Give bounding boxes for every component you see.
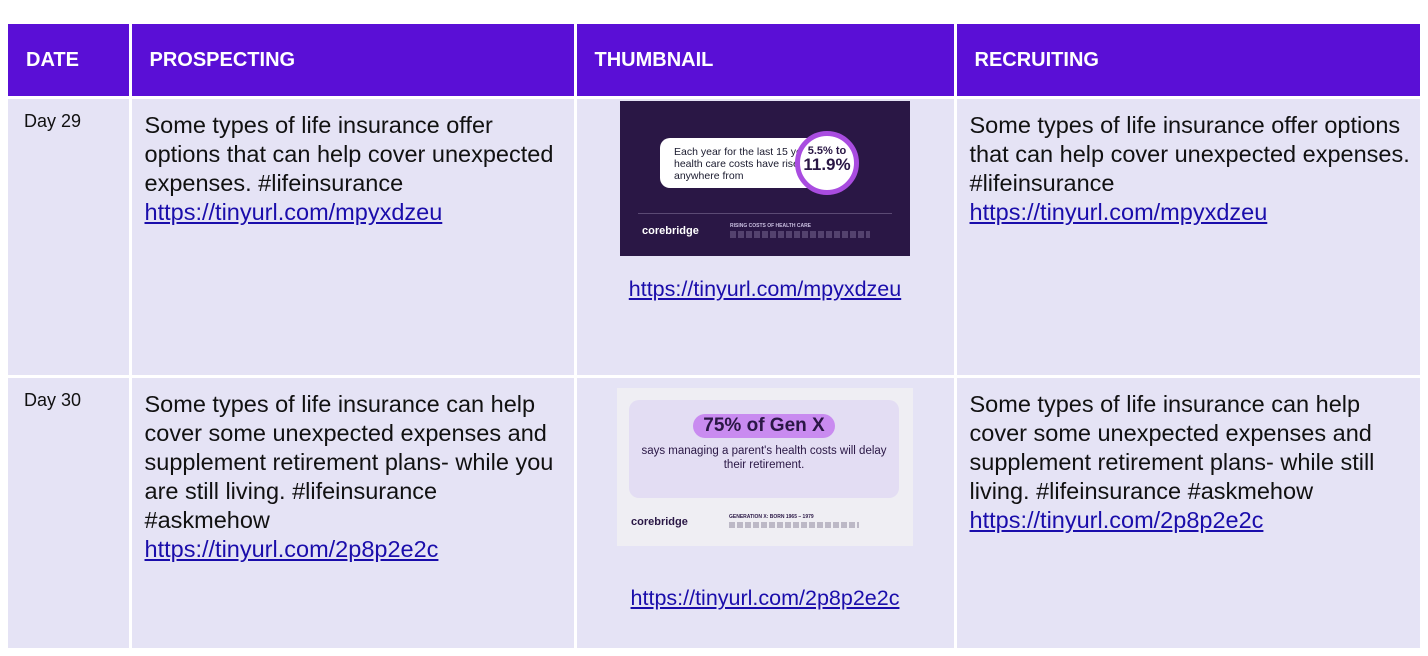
table-row: Day 30 Some types of life insurance can … [8,375,1420,648]
date-cell: Day 29 [8,96,132,377]
thumbnail-text: says managing a parent's health costs wi… [641,445,887,471]
header-recruiting: RECRUITING [955,24,1420,98]
header-row: DATE PROSPECTING THUMBNAIL RECRUITING [8,24,1420,98]
thumbnail-link[interactable]: https://tinyurl.com/mpyxdzeu [629,277,901,302]
brand-logo: corebridge [631,516,688,528]
thumbnail-caption: RISING COSTS OF HEALTH CARE [730,223,812,229]
thumbnail-link[interactable]: https://tinyurl.com/2p8p2e2c [631,586,900,611]
recruiting-text: Some types of life insurance can help co… [969,391,1375,504]
thumbnail-card: 75% of Gen X says managing a parent's he… [629,400,899,498]
prospecting-link[interactable]: https://tinyurl.com/mpyxdzeu [145,198,564,227]
recruiting-cell: Some types of life insurance offer optio… [955,96,1420,377]
recruiting-link[interactable]: https://tinyurl.com/mpyxdzeu [970,198,1411,227]
recruiting-link[interactable]: https://tinyurl.com/2p8p2e2c [970,506,1411,535]
recruiting-text: Some types of life insurance offer optio… [969,112,1410,196]
prospecting-text: Some types of life insurance offer optio… [144,112,554,196]
stat-headline: 75% of Gen X [693,414,835,438]
prospecting-link[interactable]: https://tinyurl.com/2p8p2e2c [145,535,564,564]
prospecting-cell: Some types of life insurance can help co… [130,375,577,648]
stat-circle: 5.5% to 11.9% [795,131,859,195]
prospecting-cell: Some types of life insurance offer optio… [130,96,577,377]
thumbnail-image[interactable]: 75% of Gen X says managing a parent's he… [617,388,913,546]
date-cell: Day 30 [8,375,132,648]
fine-print [730,231,870,238]
brand-logo: corebridge [642,225,699,237]
fine-print [729,522,859,528]
thumbnail-image[interactable]: Each year for the last 15 years, health … [620,101,910,256]
table-row: Day 29 Some types of life insurance offe… [8,96,1420,377]
divider [638,213,892,214]
thumbnail-caption: GENERATION X: BORN 1965 – 1979 [729,514,814,520]
content-calendar-table: DATE PROSPECTING THUMBNAIL RECRUITING Da… [8,24,1420,648]
header-date: DATE [8,24,132,98]
thumbnail-cell: 75% of Gen X says managing a parent's he… [575,375,957,648]
header-thumbnail: THUMBNAIL [575,24,957,98]
stat-value: 11.9% [803,155,851,174]
header-prospecting: PROSPECTING [130,24,577,98]
recruiting-cell: Some types of life insurance can help co… [955,375,1420,648]
prospecting-text: Some types of life insurance can help co… [144,391,554,533]
thumbnail-cell: Each year for the last 15 years, health … [575,96,957,377]
